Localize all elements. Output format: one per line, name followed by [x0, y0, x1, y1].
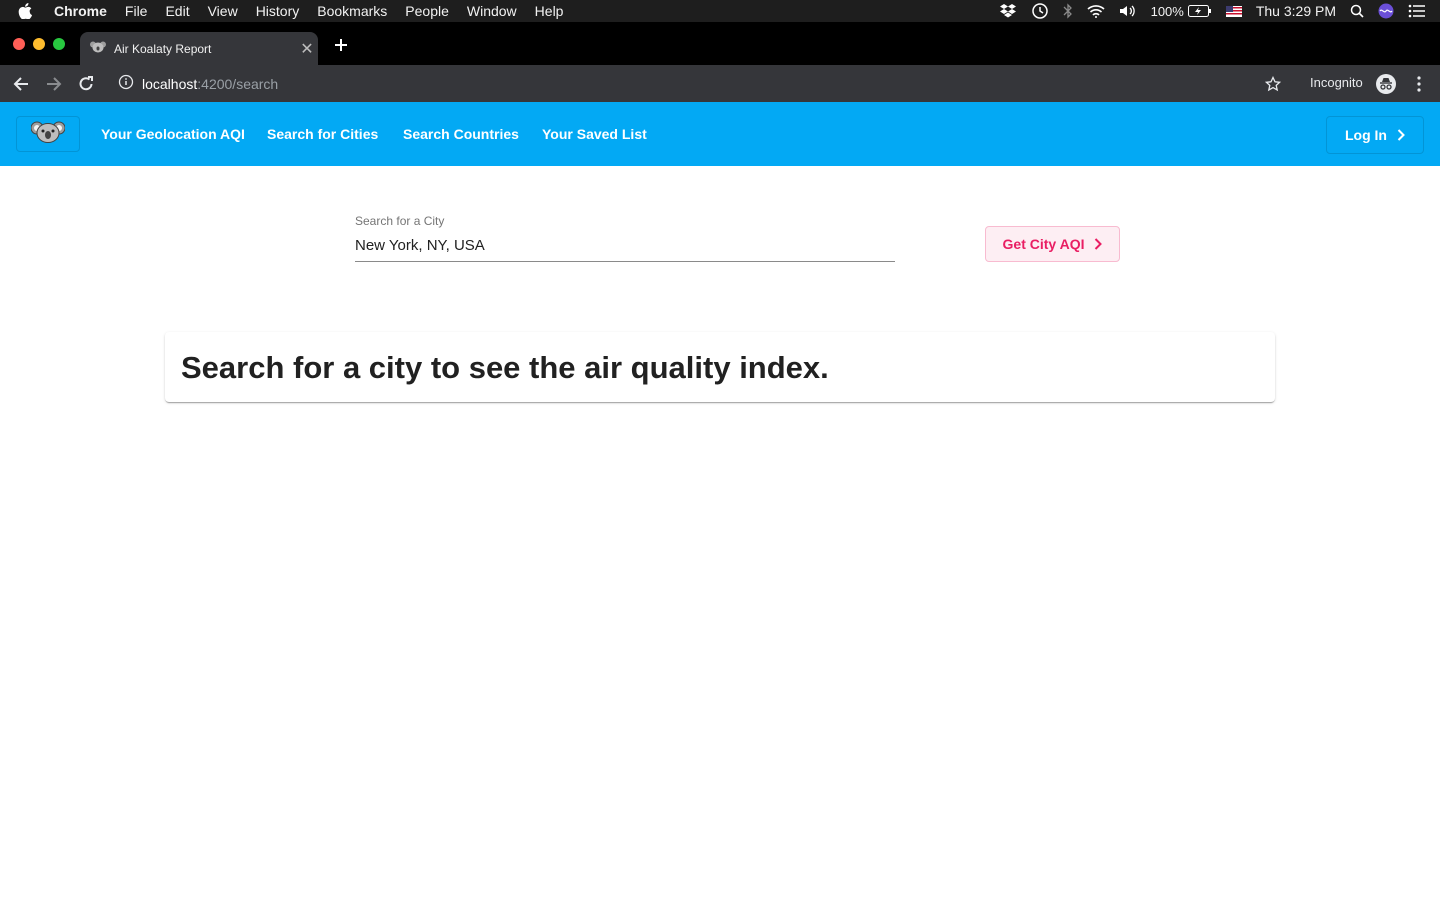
- get-city-aqi-label: Get City AQI: [1002, 236, 1085, 252]
- browser-tab[interactable]: Air Koalaty Report ✕: [80, 32, 318, 65]
- koala-logo-icon: [30, 120, 66, 149]
- tab-title: Air Koalaty Report: [114, 41, 212, 56]
- nav-saved-list[interactable]: Your Saved List: [542, 126, 647, 142]
- chevron-right-icon: [1094, 238, 1103, 250]
- new-tab-plus-icon[interactable]: [330, 34, 352, 56]
- city-search-input[interactable]: [355, 237, 895, 254]
- site-info-icon[interactable]: [118, 74, 134, 93]
- chevron-right-icon: [1397, 129, 1405, 141]
- menu-edit[interactable]: Edit: [165, 3, 189, 19]
- nav-geolocation-aqi[interactable]: Your Geolocation AQI: [101, 126, 245, 142]
- bluetooth-icon[interactable]: [1063, 3, 1073, 19]
- menu-app-name[interactable]: Chrome: [54, 3, 107, 19]
- time-machine-icon[interactable]: [1031, 2, 1049, 20]
- koala-favicon-icon: [90, 40, 106, 58]
- incognito-icon[interactable]: [1375, 73, 1397, 95]
- battery-icon[interactable]: [1187, 5, 1212, 17]
- city-search-field: Search for a City: [355, 214, 895, 262]
- incognito-label[interactable]: Incognito: [1310, 75, 1363, 90]
- result-card: Search for a city to see the air quality…: [165, 332, 1275, 402]
- menu-help[interactable]: Help: [535, 3, 564, 19]
- flag-us-icon[interactable]: [1225, 5, 1242, 17]
- chrome-menu-icon[interactable]: [1408, 73, 1430, 95]
- menu-history[interactable]: History: [256, 3, 300, 19]
- notification-center-icon[interactable]: [1408, 4, 1426, 18]
- back-arrow-icon[interactable]: [10, 73, 32, 95]
- menu-window[interactable]: Window: [467, 3, 517, 19]
- forward-arrow-icon[interactable]: [43, 73, 65, 95]
- volume-icon[interactable]: [1119, 4, 1137, 18]
- bookmark-star-icon[interactable]: [1262, 73, 1284, 95]
- dropbox-icon[interactable]: [999, 3, 1017, 19]
- menu-view[interactable]: View: [208, 3, 238, 19]
- reload-icon[interactable]: [75, 73, 97, 95]
- clock-text[interactable]: Thu 3:29 PM: [1256, 3, 1336, 19]
- tab-close-icon[interactable]: ✕: [296, 39, 318, 59]
- login-label: Log In: [1345, 127, 1387, 143]
- siri-icon[interactable]: [1378, 3, 1394, 19]
- url-path: :4200/search: [197, 75, 279, 92]
- app-toolbar: Your Geolocation AQI Search for Cities S…: [0, 102, 1440, 166]
- address-bar[interactable]: localhost :4200/search: [118, 74, 278, 93]
- window-controls: [13, 38, 73, 50]
- spotlight-search-icon[interactable]: [1350, 4, 1364, 18]
- browser-toolbar: localhost :4200/search Incognito: [0, 65, 1440, 102]
- url-host: localhost: [142, 75, 198, 92]
- menu-file[interactable]: File: [125, 3, 148, 19]
- close-window-button[interactable]: [13, 38, 25, 50]
- get-city-aqi-button[interactable]: Get City AQI: [985, 226, 1120, 262]
- menu-people[interactable]: People: [405, 3, 449, 19]
- zoom-window-button[interactable]: [53, 38, 65, 50]
- home-logo-button[interactable]: [16, 116, 80, 152]
- nav-search-cities[interactable]: Search for Cities: [267, 126, 378, 142]
- apple-logo-icon[interactable]: [18, 3, 40, 19]
- result-message: Search for a city to see the air quality…: [181, 350, 829, 385]
- input-underline: [355, 261, 895, 262]
- minimize-window-button[interactable]: [33, 38, 45, 50]
- login-button[interactable]: Log In: [1326, 116, 1424, 154]
- nav-search-countries[interactable]: Search Countries: [403, 126, 519, 142]
- menu-bookmarks[interactable]: Bookmarks: [317, 3, 387, 19]
- wifi-icon[interactable]: [1087, 4, 1105, 18]
- battery-percent[interactable]: 100%: [1151, 4, 1184, 19]
- city-search-label: Search for a City: [355, 214, 445, 228]
- browser-tab-strip: Air Koalaty Report ✕: [0, 22, 1440, 65]
- os-menubar: Chrome File Edit View History Bookmarks …: [0, 0, 1440, 22]
